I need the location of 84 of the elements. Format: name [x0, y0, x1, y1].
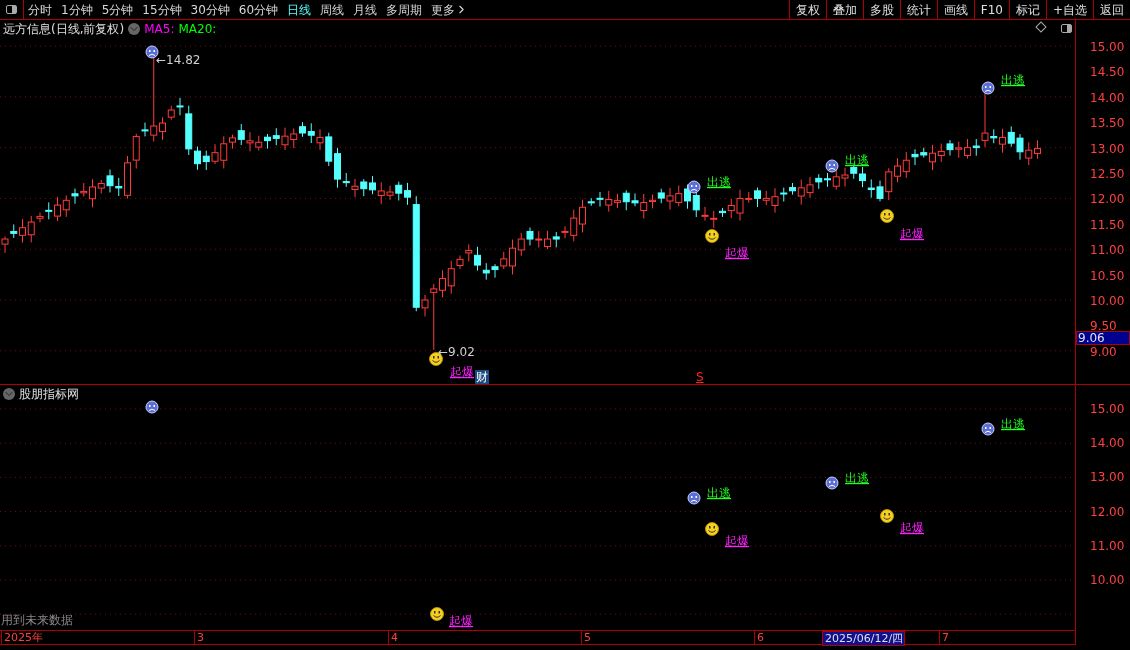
- price-tick: 12.00: [1090, 193, 1125, 206]
- indicator-tick: 15.00: [1090, 403, 1125, 415]
- period-tab[interactable]: 5分钟: [101, 0, 134, 19]
- indicator-tick: 12.00: [1090, 505, 1125, 518]
- price-tick: 12.50: [1090, 168, 1125, 180]
- date-label: 5: [581, 631, 591, 644]
- toolbar-button[interactable]: 多股: [862, 0, 900, 19]
- sad-face-icon: [981, 81, 995, 95]
- toolbar-button[interactable]: 画线: [936, 0, 974, 19]
- toolbar-button[interactable]: +自选: [1045, 0, 1093, 19]
- future-data-note: 用到未来数据: [1, 613, 73, 627]
- date-label: 6: [754, 631, 764, 644]
- smiley-icon: [880, 209, 894, 223]
- panel-toggle-icon[interactable]: [6, 5, 17, 14]
- sad-face-icon: [145, 400, 159, 414]
- indicator-tick: 10.00: [1090, 574, 1125, 586]
- price-tick: 15.00: [1090, 41, 1125, 53]
- indicator-tick: 14.00: [1090, 437, 1125, 450]
- signal-label: 起爆: [725, 246, 749, 260]
- period-tab[interactable]: 1分钟: [61, 0, 93, 19]
- ma-label: MA20:: [178, 21, 217, 38]
- price-tick: 10.50: [1090, 269, 1125, 282]
- signal-label: 起爆: [900, 521, 924, 535]
- dropdown-icon[interactable]: [3, 388, 15, 400]
- toolbar-button[interactable]: F10: [973, 0, 1009, 19]
- price-tick: 11.50: [1090, 218, 1125, 231]
- smiley-icon: [705, 229, 719, 243]
- more-button[interactable]: 更多: [431, 0, 469, 19]
- period-tab[interactable]: 多周期: [386, 0, 423, 19]
- sad-face-icon: [825, 159, 839, 173]
- signal-label: 出逃: [845, 153, 869, 167]
- signal-label: 出逃: [1001, 73, 1025, 87]
- indicator-title: 股朋指标网: [19, 386, 79, 403]
- period-tab[interactable]: 分时: [28, 0, 52, 19]
- price-tick: 14.50: [1090, 66, 1125, 79]
- date-label: 2025/06/12/四: [822, 631, 906, 646]
- period-tab[interactable]: 60分钟: [238, 0, 279, 19]
- sad-face-icon: [687, 491, 701, 505]
- price-tick: 11.00: [1090, 244, 1125, 257]
- price-tick: 10.00: [1090, 295, 1125, 307]
- period-tab[interactable]: 日线: [287, 0, 312, 19]
- sad-face-icon: [687, 180, 701, 194]
- smiley-icon: [880, 509, 894, 523]
- toolbar-button[interactable]: 复权: [788, 0, 826, 19]
- indicator-tick: 13.00: [1090, 471, 1125, 484]
- signal-label: 起爆: [900, 227, 924, 241]
- panel-toggle-icon[interactable]: [1061, 24, 1072, 33]
- price-tick: 14.00: [1090, 91, 1125, 104]
- period-tab[interactable]: 月线: [353, 0, 378, 19]
- period-tab[interactable]: 30分钟: [190, 0, 230, 19]
- date-label: 4: [388, 631, 398, 644]
- signal-label: 出逃: [707, 486, 731, 500]
- toolbar-button[interactable]: 返回: [1093, 0, 1130, 19]
- high-price-label: ←14.82: [156, 53, 201, 67]
- indicator-tick: 11.00: [1090, 539, 1125, 552]
- price-tick: 9.00: [1090, 345, 1117, 358]
- event-mark[interactable]: 财: [475, 370, 489, 384]
- dropdown-icon[interactable]: [128, 23, 141, 35]
- smiley-icon: [430, 607, 444, 621]
- toolbar-button[interactable]: 标记: [1008, 0, 1046, 19]
- price-tick: 9.50: [1090, 320, 1117, 333]
- signal-label: 起爆: [725, 534, 749, 548]
- current-price-tag: 9.06: [1076, 331, 1130, 345]
- price-tick: 13.50: [1090, 117, 1125, 130]
- date-label: 7: [939, 631, 949, 644]
- signal-label: 起爆: [449, 614, 473, 628]
- signal-label: 起爆: [450, 365, 474, 379]
- period-tab[interactable]: 周线: [320, 0, 345, 19]
- sad-face-icon: [981, 422, 995, 436]
- event-mark[interactable]: S: [696, 370, 704, 384]
- toolbar-button[interactable]: 统计: [899, 0, 937, 19]
- sad-face-icon: [825, 476, 839, 490]
- period-tab[interactable]: 15分钟: [142, 0, 182, 19]
- signal-label: 出逃: [845, 471, 869, 485]
- price-tick: 13.00: [1090, 142, 1125, 155]
- toolbar-button[interactable]: 叠加: [825, 0, 863, 19]
- smiley-icon: [705, 522, 719, 536]
- chart-title: 远方信息(日线,前复权): [3, 21, 125, 38]
- signal-label: 出逃: [707, 175, 731, 189]
- ma-label: MA5:: [144, 21, 175, 38]
- date-label: 2025年: [1, 631, 43, 644]
- date-label: 3: [194, 631, 204, 644]
- signal-label: 出逃: [1001, 417, 1025, 431]
- low-price-label: ←9.02: [438, 345, 475, 359]
